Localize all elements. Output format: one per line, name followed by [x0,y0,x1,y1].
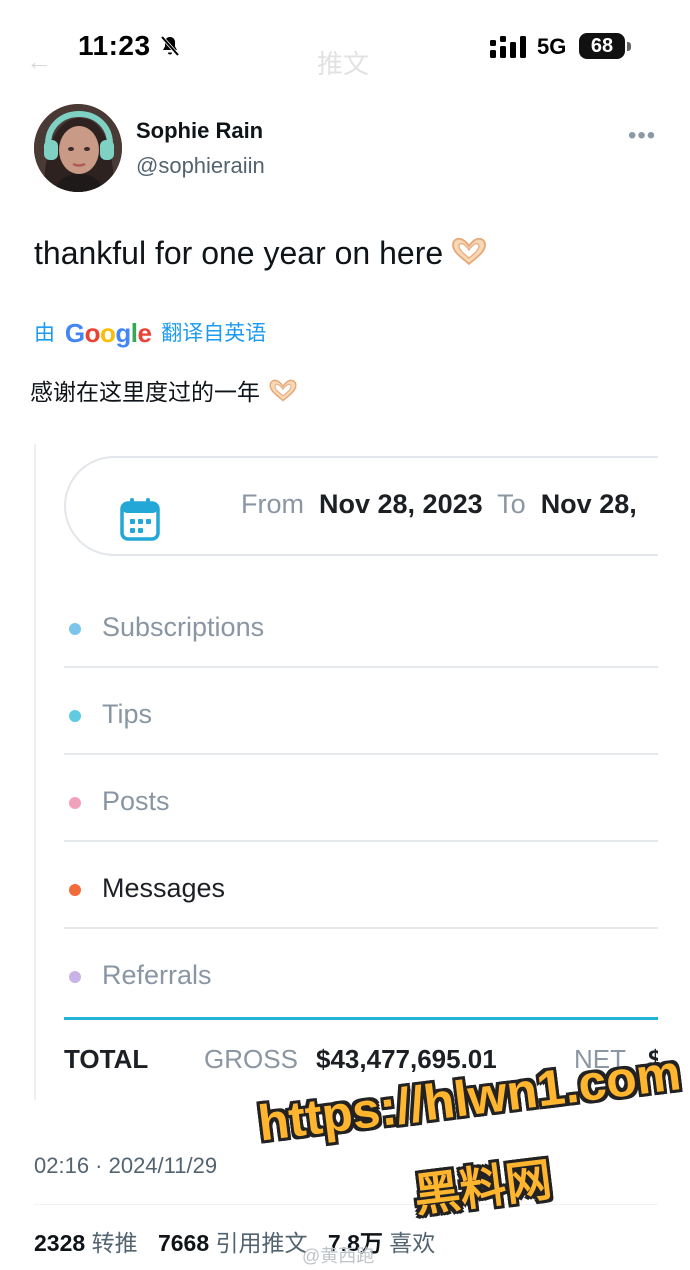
translate-suffix: 翻译自英语 [161,322,267,345]
category-label: Subscriptions [102,612,265,642]
retweet-count[interactable]: 2328 [34,1230,85,1256]
quote-label[interactable]: 引用推文 [216,1230,308,1256]
category-label: Messages [102,873,226,903]
category-label: Posts [102,786,170,816]
translated-body: 感谢在这里度过的一年 [30,379,260,405]
to-date[interactable]: Nov 28, [541,489,637,519]
translate-prefix: 由 [34,322,55,345]
status-time: 11:23 [78,30,151,61]
legend-dot [69,797,81,809]
calendar-icon [120,498,160,541]
category-row-messages[interactable]: Messages [64,842,658,929]
display-name[interactable]: Sophie Rain [136,118,263,144]
bell-muted-icon [160,35,180,57]
legend-dot [69,971,81,983]
category-row-posts[interactable]: Posts [64,755,658,842]
avatar[interactable] [34,104,122,192]
heart-hands-icon [452,237,487,266]
total-label: TOTAL [64,1044,149,1074]
avatar-photo [34,104,122,192]
google-logo: Google [64,318,152,348]
more-options-icon[interactable]: ••• [628,122,656,150]
battery-cap [627,42,631,51]
tweet-body: thankful for one year on here [34,235,444,271]
translated-text: 感谢在这里度过的一年 [30,373,298,407]
category-row-tips[interactable]: Tips [64,668,658,755]
earnings-screenshot[interactable]: From Nov 28, 2023 To Nov 28, Subscriptio… [34,444,658,1100]
page-title: 推文 [317,49,370,79]
quote-count[interactable]: 7668 [158,1230,209,1256]
cellular-signal-icon [490,36,526,58]
tweet-timestamp[interactable]: 02:16 · 2024/11/29 [34,1153,217,1179]
heart-hands-icon [269,379,297,402]
legend-dot [69,623,81,635]
to-label: To [497,489,526,519]
back-arrow-icon[interactable]: ← [26,46,52,77]
total-divider [64,1017,658,1020]
network-type: 5G [537,34,567,59]
category-label: Tips [102,699,153,729]
category-row-subscriptions[interactable]: Subscriptions [64,581,658,668]
battery-indicator: 68 [579,33,625,59]
weibo-watermark: @黄西跑 [302,1246,375,1266]
watermark-name: 黑料网 [411,1153,555,1222]
google-translate-attribution[interactable]: 由 Google 翻译自英语 [34,317,266,349]
category-label: Referrals [102,960,212,990]
like-label[interactable]: 喜欢 [389,1230,435,1256]
user-handle[interactable]: @sophieraiin [136,153,265,179]
tweet-text: thankful for one year on here [34,235,487,272]
category-row-referrals[interactable]: Referrals [64,929,658,1016]
legend-dot [69,884,81,896]
from-label: From [241,489,304,519]
stats-divider [34,1204,658,1205]
from-date[interactable]: Nov 28, 2023 [319,489,483,519]
gross-label: GROSS [204,1044,298,1074]
legend-dot [69,710,81,722]
date-range-text: From Nov 28, 2023 To Nov 28, [241,489,637,520]
retweet-label[interactable]: 转推 [92,1230,138,1256]
engagement-stats: 2328 转推 7668 引用推文 7.8万 喜欢 [34,1224,435,1258]
